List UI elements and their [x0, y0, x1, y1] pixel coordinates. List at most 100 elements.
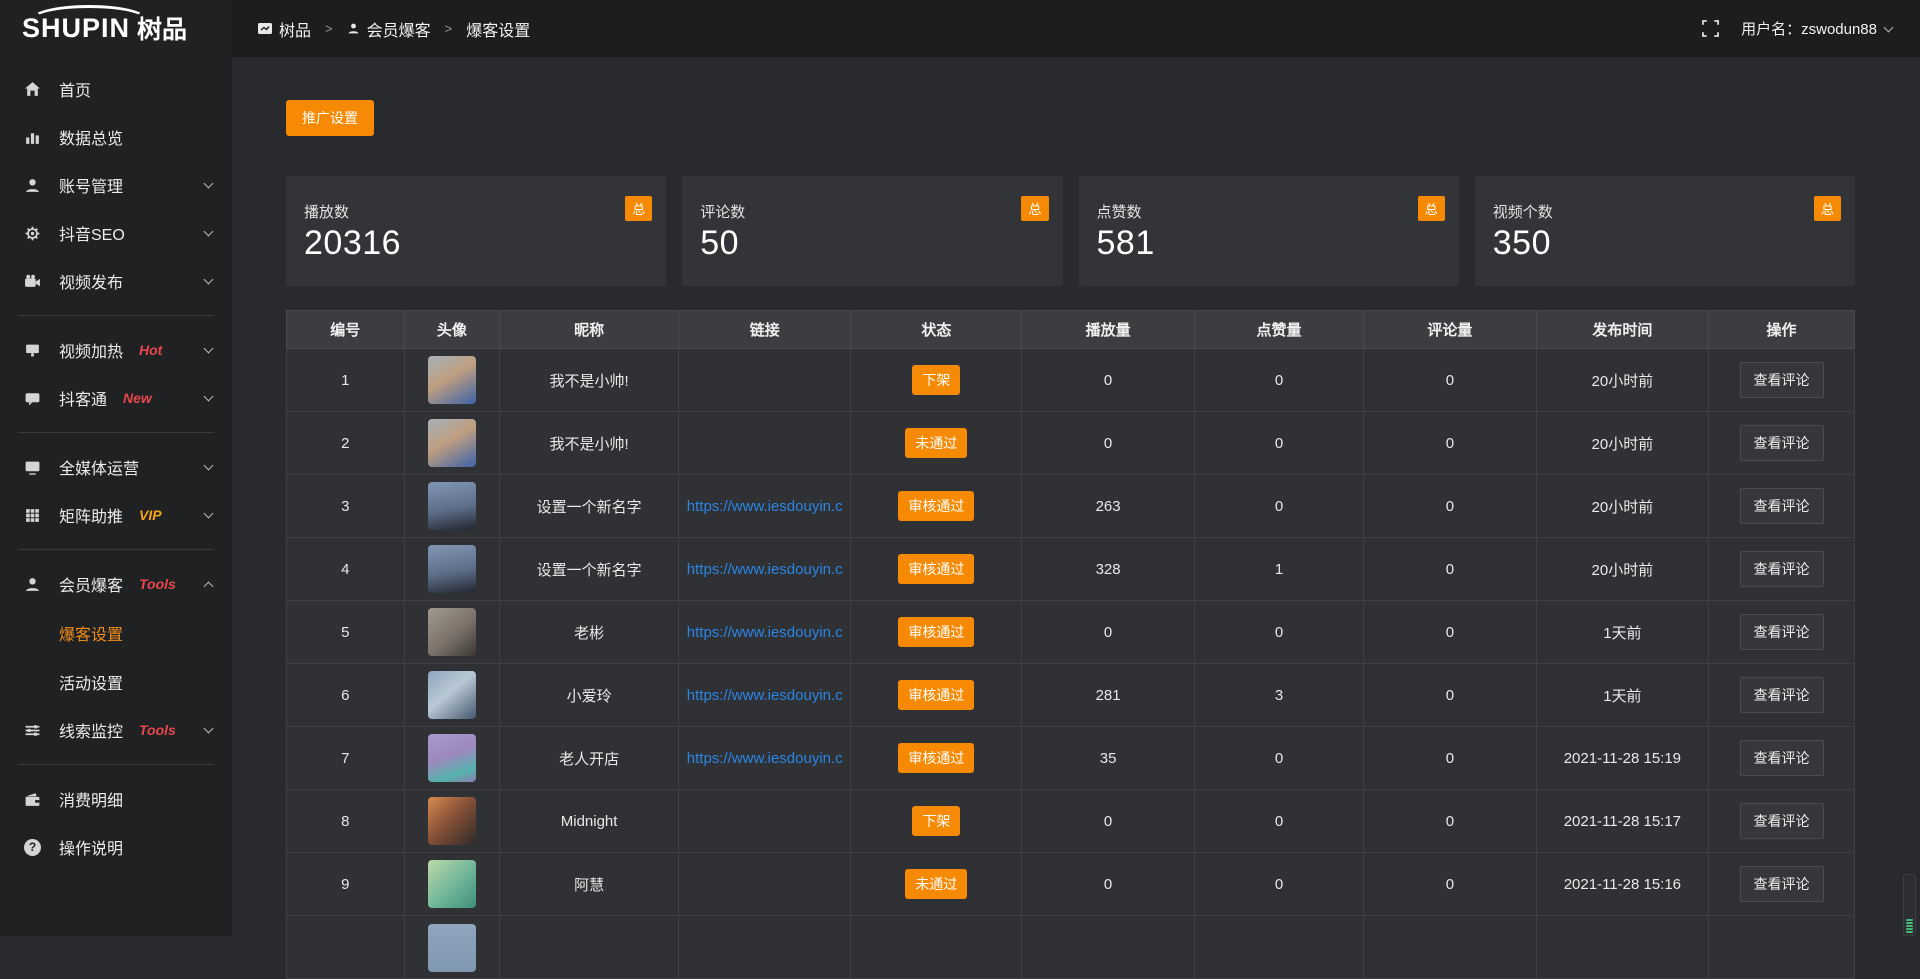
video-link[interactable]: https://www.iesdouyin.c: [679, 750, 850, 767]
table-row: [287, 916, 1855, 979]
sidebar-item-video-heat[interactable]: 视频加热 Hot: [0, 326, 232, 374]
likes-count: 0: [1194, 853, 1363, 916]
view-comments-button[interactable]: 查看评论: [1740, 803, 1824, 839]
stat-card-plays: 播放数 20316 总: [286, 176, 666, 286]
likes-count: 3: [1194, 664, 1363, 727]
view-comments-button[interactable]: 查看评论: [1740, 740, 1824, 776]
sidebar-item-douketong[interactable]: 抖客通 New: [0, 374, 232, 422]
sidebar-item-label: 消费明细: [59, 787, 123, 811]
sidebar-item-matrix-boost[interactable]: 矩阵助推 VIP: [0, 491, 232, 539]
sidebar-subitem-label: 爆客设置: [59, 621, 123, 645]
sliders-icon: [24, 722, 41, 739]
stat-value: 350: [1493, 224, 1837, 263]
view-comments-button[interactable]: 查看评论: [1740, 551, 1824, 587]
menu-divider: [18, 549, 214, 550]
video-link[interactable]: https://www.iesdouyin.c: [679, 498, 850, 515]
table-row: 2 我不是小帅! 未通过 0 0 0 20小时前 查看评论: [287, 412, 1855, 475]
sidebar-item-clue-monitor[interactable]: 线索监控 Tools: [0, 706, 232, 754]
column-header: 播放量: [1022, 311, 1194, 349]
total-badge: 总: [625, 196, 652, 221]
row-number: 6: [287, 664, 405, 727]
view-comments-button[interactable]: 查看评论: [1740, 488, 1824, 524]
grid-icon: [24, 507, 41, 524]
likes-count: 0: [1194, 412, 1363, 475]
sidebar-item-label: 抖音SEO: [59, 221, 125, 245]
sidebar-item-label: 操作说明: [59, 835, 123, 859]
likes-count: 0: [1194, 349, 1363, 412]
plays-count: 0: [1022, 412, 1194, 475]
stat-label: 评论数: [700, 201, 1044, 222]
sidebar-item-account-mgmt[interactable]: 账号管理: [0, 161, 232, 209]
sidebar-item-media-operation[interactable]: 全媒体运营: [0, 443, 232, 491]
chat-icon: [24, 390, 41, 407]
chevron-down-icon: [204, 344, 214, 354]
view-comments-button[interactable]: 查看评论: [1740, 425, 1824, 461]
status-badge: 下架: [912, 365, 960, 395]
chevron-down-icon: [204, 724, 214, 734]
promotion-settings-button[interactable]: 推广设置: [286, 100, 374, 136]
table-row: 7 老人开店 https://www.iesdouyin.c 审核通过 35 0…: [287, 727, 1855, 790]
column-header: 点赞量: [1194, 311, 1363, 349]
column-header: 状态: [851, 311, 1022, 349]
sidebar-item-label: 账号管理: [59, 173, 123, 197]
row-number: 1: [287, 349, 405, 412]
fullscreen-icon[interactable]: [1702, 20, 1719, 37]
nickname: 设置一个新名字: [500, 538, 679, 601]
chevron-down-icon: [204, 275, 214, 285]
gear-icon: [24, 225, 41, 242]
publish-time: 2021-11-28 15:19: [1536, 727, 1708, 790]
status-badge: 审核通过: [898, 491, 974, 521]
sidebar-subitem-activity-settings[interactable]: 活动设置: [0, 657, 232, 706]
app-logo: SHUPIN 树品: [0, 0, 232, 56]
table-row: 6 小爱玲 https://www.iesdouyin.c 审核通过 281 3…: [287, 664, 1855, 727]
sidebar-item-douyin-seo[interactable]: 抖音SEO: [0, 209, 232, 257]
sidebar-item-instructions[interactable]: ? 操作说明: [0, 823, 232, 871]
user-menu[interactable]: 用户名：zswodun88: [1741, 18, 1892, 39]
publish-time: 2021-11-28 15:16: [1536, 853, 1708, 916]
sidebar-item-data-overview[interactable]: 数据总览: [0, 113, 232, 161]
comments-count: 0: [1364, 790, 1536, 853]
view-comments-button[interactable]: 查看评论: [1740, 677, 1824, 713]
sidebar-subitem-label: 活动设置: [59, 670, 123, 694]
sidebar-subitem-baoke-settings[interactable]: 爆客设置: [0, 608, 232, 657]
status-badge: 下架: [912, 806, 960, 836]
likes-count: 0: [1194, 727, 1363, 790]
stat-value: 20316: [304, 224, 648, 263]
avatar: [428, 545, 476, 593]
sidebar-item-video-publish[interactable]: 视频发布: [0, 257, 232, 305]
view-comments-button[interactable]: 查看评论: [1740, 362, 1824, 398]
avatar: [428, 356, 476, 404]
chevron-down-icon: [204, 179, 214, 189]
row-number: 2: [287, 412, 405, 475]
video-link[interactable]: https://www.iesdouyin.c: [679, 687, 850, 704]
column-header: 头像: [404, 311, 500, 349]
user-icon: [24, 576, 41, 593]
vip-tag: VIP: [139, 507, 162, 523]
video-link[interactable]: https://www.iesdouyin.c: [679, 561, 850, 578]
chevron-down-icon: [204, 509, 214, 519]
column-header: 操作: [1709, 311, 1855, 349]
chevron-down-icon: [204, 392, 214, 402]
breadcrumb-label: 会员爆客: [367, 17, 431, 41]
breadcrumb-item-member-baoke[interactable]: 会员爆客: [347, 17, 467, 41]
view-comments-button[interactable]: 查看评论: [1740, 614, 1824, 650]
plays-count: 328: [1022, 538, 1194, 601]
status-badge: 审核通过: [898, 617, 974, 647]
status-badge: 审核通过: [898, 554, 974, 584]
chevron-down-icon: [204, 227, 214, 237]
comments-count: 0: [1364, 475, 1536, 538]
breadcrumb-item-shupin[interactable]: 树品: [258, 17, 347, 41]
row-number: 9: [287, 853, 405, 916]
sidebar-item-member-baoke[interactable]: 会员爆客 Tools: [0, 560, 232, 608]
plays-count: 0: [1022, 790, 1194, 853]
video-link[interactable]: https://www.iesdouyin.c: [679, 624, 850, 641]
plays-count: 263: [1022, 475, 1194, 538]
publish-time: 20小时前: [1536, 412, 1708, 475]
stat-label: 播放数: [304, 201, 648, 222]
scroll-indicator[interactable]: [1903, 874, 1916, 936]
view-comments-button[interactable]: 查看评论: [1740, 866, 1824, 902]
sidebar-item-consumption-details[interactable]: 消费明细: [0, 775, 232, 823]
comments-count: 0: [1364, 664, 1536, 727]
sidebar-item-home[interactable]: 首页: [0, 65, 232, 113]
table-row: 9 阿慧 未通过 0 0 0 2021-11-28 15:16 查看评论: [287, 853, 1855, 916]
